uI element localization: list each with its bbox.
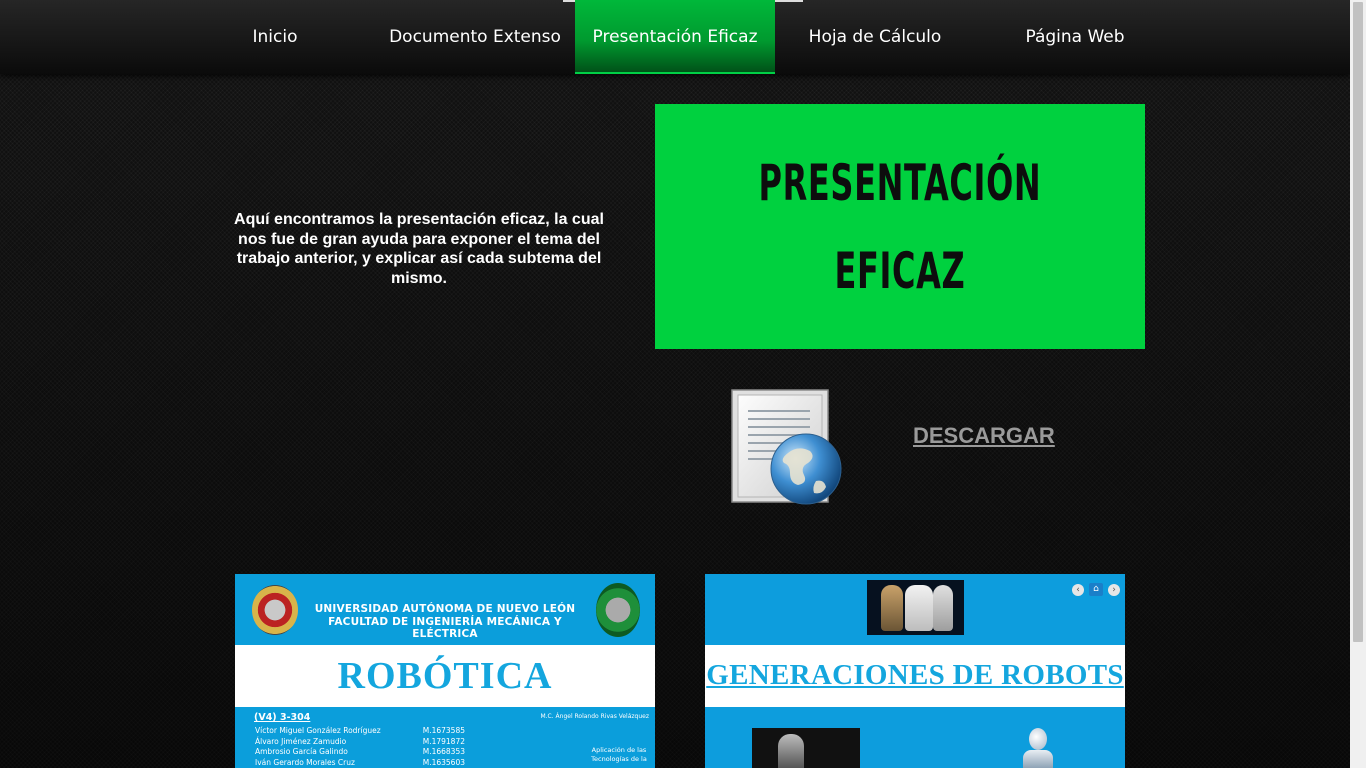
member-name: Víctor Miguel González Rodríguez xyxy=(255,726,381,735)
nav-item-documento-extenso[interactable]: Documento Extenso xyxy=(375,0,575,74)
document-globe-icon[interactable] xyxy=(730,389,844,505)
banner-title-line1: PRESENTACIÓN xyxy=(758,153,1042,212)
member-id: M.1791872 xyxy=(422,736,465,746)
nav-item-pagina-web[interactable]: Página Web xyxy=(975,0,1175,74)
group-code: (V4) 3-304 xyxy=(254,712,311,723)
faculty-name: FACULTAD DE INGENIERÍA MECÁNICA Y ELÉCTR… xyxy=(328,615,562,641)
intro-text: Aquí encontramos la presentación eficaz,… xyxy=(234,211,604,287)
member-id: M.1635603 xyxy=(422,757,465,767)
member-name: Iván Gerardo Morales Cruz xyxy=(255,757,355,767)
prev-slide-icon[interactable]: ‹ xyxy=(1072,583,1084,596)
slide-controls: ‹ ⌂ › xyxy=(1072,583,1120,596)
university-heading: UNIVERSIDAD AUTÓNOMA DE NUEVO LEÓN FACUL… xyxy=(300,603,590,641)
nav-item-presentacion-eficaz[interactable]: Presentación Eficaz xyxy=(575,0,775,74)
member-row: Víctor Miguel González Rodríguez M.167358… xyxy=(255,726,465,737)
subject-line: Tecnologías de la xyxy=(591,755,647,763)
next-slide-icon[interactable]: › xyxy=(1108,583,1120,596)
vertical-scrollbar[interactable] xyxy=(1350,0,1366,768)
fime-seal-icon xyxy=(596,583,640,637)
android-image xyxy=(1021,728,1055,768)
download-link[interactable]: DESCARGAR xyxy=(913,423,1055,449)
astronaut-figure xyxy=(933,585,953,631)
member-row: Iván Gerardo Morales Cruz M.1635603 xyxy=(255,758,465,768)
university-name: UNIVERSIDAD AUTÓNOMA DE NUEVO LEÓN xyxy=(314,603,576,615)
member-name: Álvaro Jiménez Zamudio xyxy=(255,736,347,746)
member-id: M.1673585 xyxy=(422,726,465,735)
scrollbar-thumb[interactable] xyxy=(1353,2,1363,642)
member-row: Ambrosio García Galindo M.1668353 xyxy=(255,747,465,758)
subject-name: Aplicación de las Tecnologías de la xyxy=(583,746,655,764)
slide-title: ROBÓTICA xyxy=(337,655,553,697)
uanl-seal-icon xyxy=(252,585,298,635)
slide-preview-generaciones[interactable]: ‹ ⌂ › GENERACIONES DE ROBOTS xyxy=(705,574,1125,768)
title-banner: PRESENTACIÓN EFICAZ xyxy=(655,104,1145,349)
top-navigation: Inicio Documento Extenso Presentación Ef… xyxy=(0,0,1350,74)
robots-photo xyxy=(867,580,964,635)
member-row: Álvaro Jiménez Zamudio M.1791872 xyxy=(255,737,465,748)
member-id: M.1668353 xyxy=(422,747,465,756)
robot-figure xyxy=(881,585,903,631)
subject-line: Aplicación de las xyxy=(591,746,647,754)
home-slide-icon[interactable]: ⌂ xyxy=(1089,583,1103,596)
nav-item-hoja-de-calculo[interactable]: Hoja de Cálculo xyxy=(775,0,975,74)
android-head xyxy=(1029,728,1047,750)
astronaut-figure xyxy=(905,585,933,631)
nav-item-inicio[interactable]: Inicio xyxy=(175,0,375,74)
teacher-name: M.C. Ángel Rolando Rivas Velázquez xyxy=(540,713,649,720)
robot-head xyxy=(778,734,804,768)
robot-image xyxy=(752,728,860,768)
banner-title-line2: EFICAZ xyxy=(834,241,966,300)
member-list: Víctor Miguel González Rodríguez M.167358… xyxy=(255,726,465,768)
android-body xyxy=(1023,750,1053,768)
member-name: Ambrosio García Galindo xyxy=(255,747,348,756)
slide-title: GENERACIONES DE ROBOTS xyxy=(706,659,1124,691)
banner-title: PRESENTACIÓN EFICAZ xyxy=(723,139,1077,315)
slide-preview-robotica[interactable]: UNIVERSIDAD AUTÓNOMA DE NUEVO LEÓN FACUL… xyxy=(235,574,655,768)
